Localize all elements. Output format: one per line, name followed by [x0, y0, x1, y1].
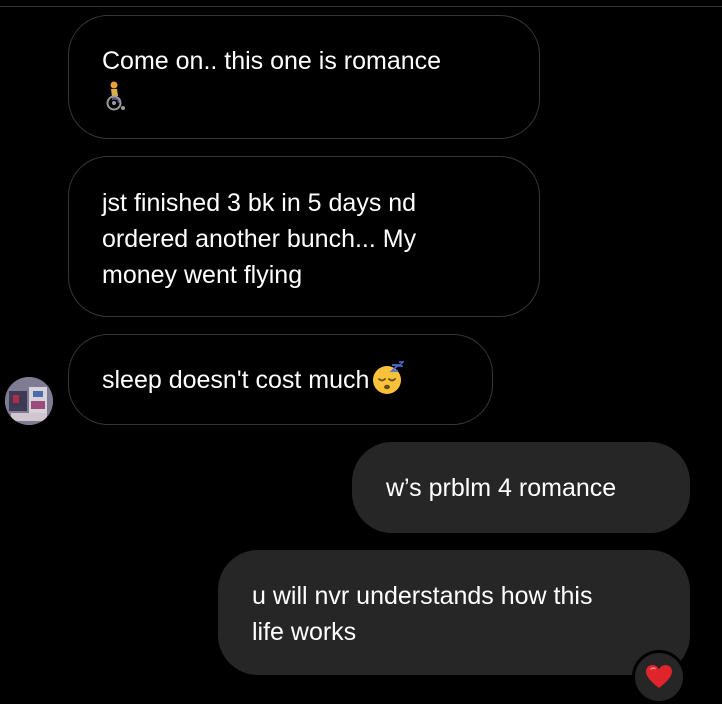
person-in-wheelchair-emoji-icon: [106, 81, 125, 111]
message-bubble-outgoing[interactable]: u will nvr understands how this life wor…: [218, 550, 690, 675]
message-bubble-outgoing[interactable]: w’s prblm 4 romance: [352, 442, 690, 533]
message-text: jst finished 3 bk in 5 days nd ordered a…: [102, 189, 417, 289]
message-bubble-incoming[interactable]: sleep doesn't cost much: [68, 334, 493, 425]
message-bubble-incoming[interactable]: Come on.. this one is romance: [68, 15, 540, 139]
message-text: w’s prblm 4 romance: [386, 474, 617, 502]
top-divider: [0, 6, 722, 7]
message-text: u will nvr understands how this life wor…: [252, 582, 593, 646]
red-heart-icon: [646, 665, 672, 688]
contact-avatar[interactable]: [5, 377, 53, 425]
message-bubble-incoming[interactable]: jst finished 3 bk in 5 days nd ordered a…: [68, 156, 540, 317]
heart-reaction[interactable]: [632, 650, 686, 704]
sleeping-face-emoji-icon: [373, 361, 406, 395]
avatar-image: [5, 377, 53, 425]
message-text: sleep doesn't cost much: [102, 361, 406, 395]
message-text: Come on.. this one is romance: [102, 47, 442, 75]
